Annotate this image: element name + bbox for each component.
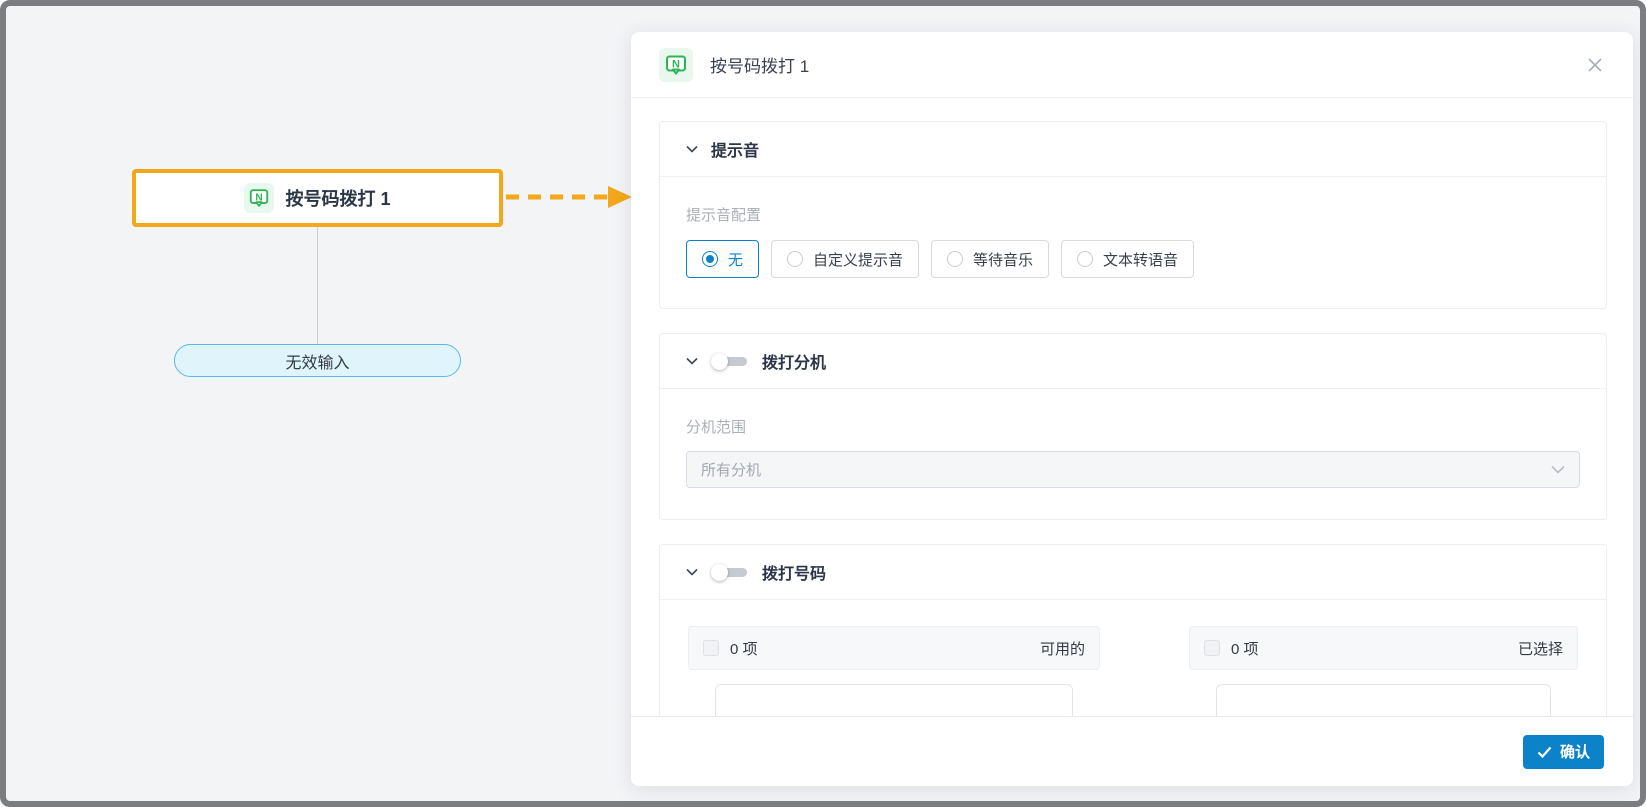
radio-option-custom-prompt[interactable]: 自定义提示音 (771, 240, 919, 278)
transfer-count: 0 项 (1231, 638, 1259, 659)
section-dial-number-header[interactable]: 拨打号码 (660, 545, 1606, 600)
section-dial-extension: 拨打分机 分机范围 所有分机 (659, 333, 1607, 520)
transfer-count: 0 项 (730, 638, 758, 659)
radio-option-text-to-speech[interactable]: 文本转语音 (1061, 240, 1194, 278)
radio-icon (1077, 251, 1093, 267)
transfer-selected-header: 0 项 已选择 (1189, 626, 1578, 670)
check-icon (1537, 746, 1552, 758)
radio-icon (947, 251, 963, 267)
transfer-panel-title: 已选择 (1518, 638, 1563, 659)
flow-node-label: 按号码拨打 1 (285, 185, 390, 211)
confirm-button[interactable]: 确认 (1523, 735, 1604, 769)
radio-icon (787, 251, 803, 267)
chevron-down-icon (686, 568, 698, 576)
prompt-config-label: 提示音配置 (686, 204, 1580, 225)
transfer-available-header: 0 项 可用的 (688, 626, 1100, 670)
dial-number-toggle[interactable] (711, 562, 749, 582)
node-speech-bubble-icon: N (244, 183, 274, 213)
flow-node-dial-by-number[interactable]: N 按号码拨打 1 (132, 169, 503, 227)
radio-label: 自定义提示音 (813, 249, 903, 270)
chevron-down-icon (686, 145, 698, 153)
svg-text:N: N (672, 58, 680, 70)
app-window: N 按号码拨打 1 无效输入 N 按号码拨打 1 (0, 0, 1646, 807)
toggle-knob (711, 564, 728, 581)
radio-option-none[interactable]: 无 (686, 240, 759, 278)
edge-label-invalid-input[interactable]: 无效输入 (174, 344, 461, 377)
edge-label-text: 无效输入 (285, 349, 349, 373)
section-prompt-tone-header[interactable]: 提示音 (660, 122, 1606, 177)
prompt-option-group: 无 自定义提示音 等待音乐 文本转语音 (686, 240, 1580, 278)
section-dial-extension-body: 分机范围 所有分机 (660, 389, 1606, 519)
transfer-panel-selected: 0 项 已选择 (1189, 626, 1578, 716)
radio-label: 文本转语音 (1103, 249, 1178, 270)
section-prompt-tone: 提示音 提示音配置 无 自定义提示音 (659, 121, 1607, 309)
close-icon[interactable] (1585, 55, 1605, 75)
section-title: 拨打号码 (762, 560, 826, 584)
select-all-checkbox[interactable] (703, 640, 719, 656)
transfer-search-input[interactable] (1216, 684, 1551, 716)
section-dial-number-body: 0 项 可用的 0 项 已选择 (660, 600, 1606, 716)
selection-arrow-icon (505, 177, 635, 222)
section-prompt-tone-body: 提示音配置 无 自定义提示音 等待音乐 (660, 177, 1606, 308)
extension-range-select[interactable]: 所有分机 (686, 451, 1580, 488)
extension-range-label: 分机范围 (686, 416, 1580, 437)
radio-icon (702, 251, 718, 267)
transfer-search-input[interactable] (715, 684, 1073, 716)
radio-option-hold-music[interactable]: 等待音乐 (931, 240, 1049, 278)
section-dial-extension-header[interactable]: 拨打分机 (660, 334, 1606, 389)
radio-label: 等待音乐 (973, 249, 1033, 270)
section-dial-number: 拨打号码 0 项 可用的 (659, 544, 1607, 716)
section-title: 提示音 (711, 137, 759, 161)
select-value: 所有分机 (701, 459, 761, 480)
select-all-checkbox[interactable] (1204, 640, 1220, 656)
panel-header: N 按号码拨打 1 (631, 32, 1633, 98)
radio-label: 无 (728, 249, 743, 270)
transfer-list: 0 项 可用的 0 项 已选择 (688, 626, 1578, 716)
dial-extension-toggle[interactable] (711, 351, 749, 371)
confirm-button-label: 确认 (1560, 741, 1590, 762)
node-config-panel: N 按号码拨打 1 提示音 提示 (631, 32, 1633, 786)
panel-footer: 确认 (631, 716, 1633, 786)
toggle-knob (711, 353, 728, 370)
panel-title: 按号码拨打 1 (710, 52, 809, 77)
svg-text:N: N (256, 192, 263, 203)
transfer-panel-available: 0 项 可用的 (688, 626, 1100, 716)
transfer-panel-title: 可用的 (1040, 638, 1085, 659)
chevron-down-icon (1551, 461, 1565, 478)
panel-speech-bubble-icon: N (659, 48, 693, 82)
panel-body: 提示音 提示音配置 无 自定义提示音 (631, 98, 1633, 716)
section-title: 拨打分机 (762, 349, 826, 373)
chevron-down-icon (686, 357, 698, 365)
edge-connector-line (317, 227, 318, 344)
